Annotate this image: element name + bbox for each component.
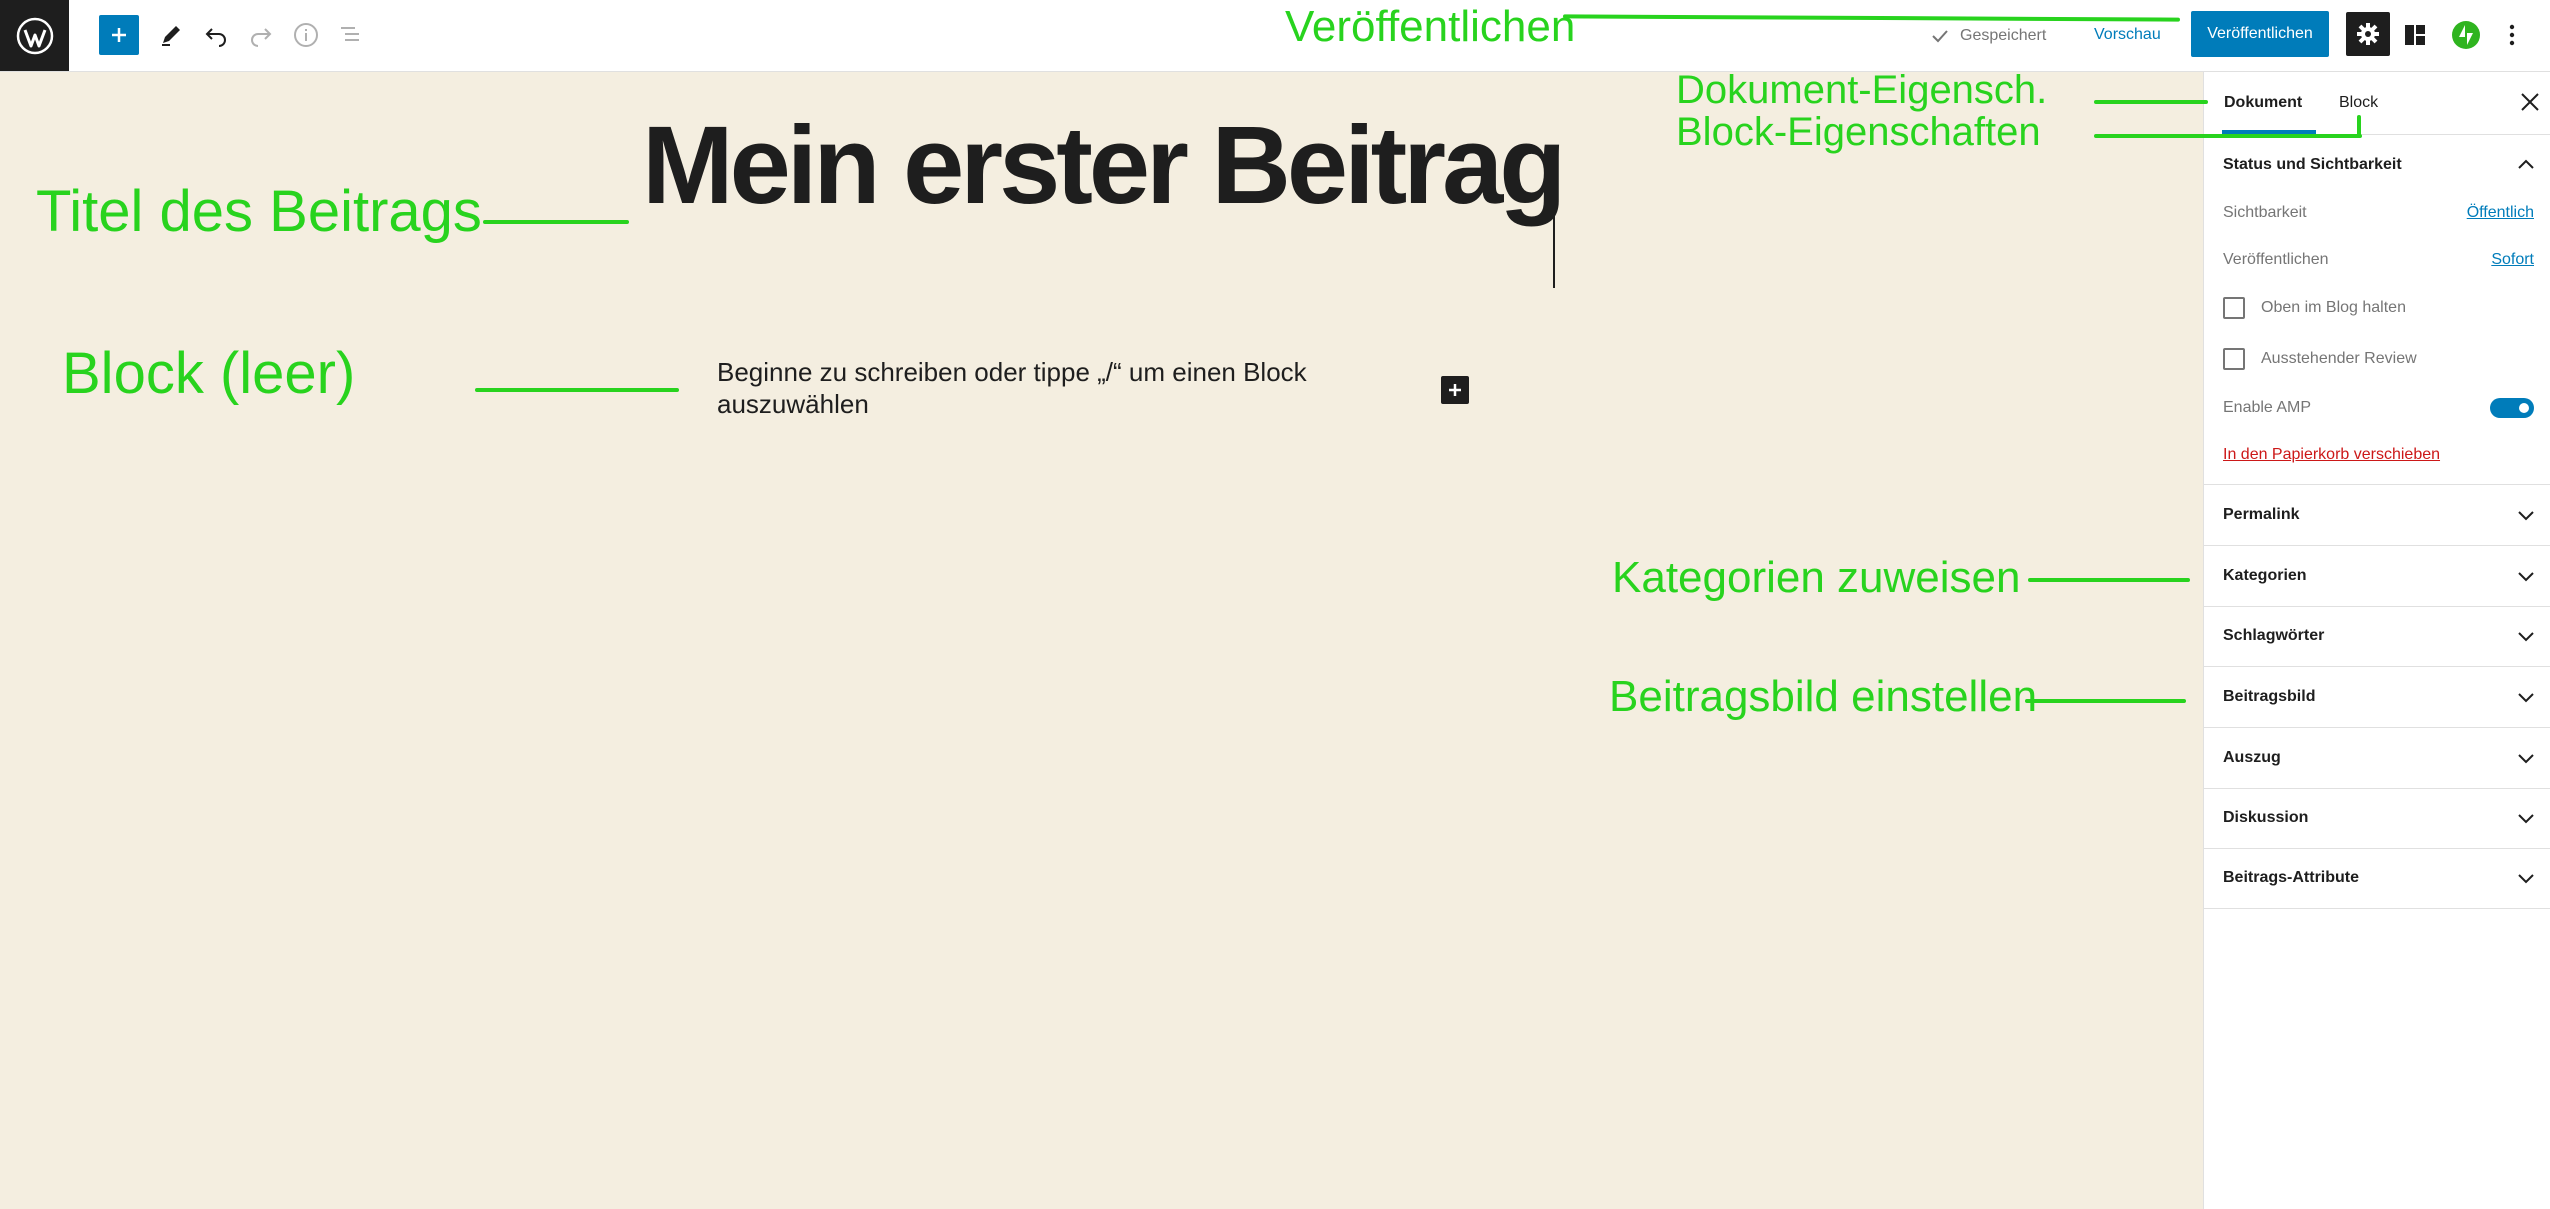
plus-icon (112, 28, 126, 42)
undo-button[interactable] (194, 13, 238, 57)
sticky-checkbox[interactable]: Oben im Blog halten (2223, 291, 2406, 325)
panel-kategorien[interactable]: Kategorien (2204, 546, 2550, 607)
check-icon (1932, 30, 1948, 43)
annotation-line (483, 220, 629, 224)
checkbox-box[interactable] (2223, 348, 2245, 370)
pending-label: Ausstehender Review (2261, 350, 2417, 367)
publish-date-row: Veröffentlichen Sofort (2223, 243, 2534, 277)
layout-icon (2405, 25, 2425, 45)
pending-review-checkbox[interactable]: Ausstehender Review (2223, 342, 2417, 376)
chevron-up-icon (2514, 153, 2538, 177)
amp-label: Enable AMP (2223, 399, 2312, 416)
list-view-icon (341, 27, 359, 41)
more-options-button[interactable] (2490, 13, 2534, 57)
panel-status-visibility[interactable]: Status und Sichtbarkeit (2204, 135, 2550, 195)
saved-label: Gespeichert (1960, 27, 2047, 44)
visibility-row: Sichtbarkeit Öffentlich (2223, 196, 2534, 230)
details-button[interactable] (284, 13, 328, 57)
jetpack-button[interactable] (2444, 13, 2488, 57)
post-title[interactable]: Mein erster Beitrag (642, 100, 1566, 232)
chevron-down-icon (2514, 806, 2538, 830)
close-icon (2521, 93, 2539, 111)
annotation-line (2094, 100, 2208, 104)
gear-icon (2357, 23, 2379, 45)
tab-document[interactable]: Dokument (2222, 72, 2317, 134)
panel-title: Auszug (2223, 749, 2281, 766)
panel-schlagw-rter[interactable]: Schlagwörter (2204, 606, 2550, 667)
tools-button[interactable] (149, 13, 193, 57)
settings-button[interactable] (2346, 12, 2390, 56)
annotation-categories: Kategorien zuweisen (1612, 553, 2021, 602)
annotation-line (2028, 578, 2190, 582)
layout-button[interactable] (2393, 13, 2437, 57)
info-icon (294, 23, 318, 47)
redo-button[interactable] (239, 13, 283, 57)
panel-diskussion[interactable]: Diskussion (2204, 788, 2550, 849)
annotation-block-empty: Block (leer) (62, 341, 356, 406)
more-vertical-icon (2509, 24, 2515, 46)
panel-title: Kategorien (2223, 567, 2307, 584)
sidebar-tabs: Dokument Block (2204, 72, 2550, 135)
inline-block-inserter-button[interactable] (1441, 376, 1469, 404)
chevron-down-icon (2514, 564, 2538, 588)
panel-title: Schlagwörter (2223, 627, 2325, 644)
annotation-post-title: Titel des Beitrags (36, 179, 482, 244)
annotation-line (475, 388, 679, 392)
move-to-trash-link[interactable]: In den Papierkorb verschieben (2223, 438, 2440, 472)
annotation-publish: Veröffentlichen (1285, 2, 1576, 51)
panel-permalink[interactable]: Permalink (2204, 485, 2550, 546)
annotation-line (2025, 699, 2186, 703)
wordpress-logo-icon[interactable] (0, 0, 69, 71)
panel-title: Diskussion (2223, 809, 2309, 826)
sticky-label: Oben im Blog halten (2261, 299, 2406, 316)
checkbox-box[interactable] (2223, 297, 2245, 319)
publish-date-link[interactable]: Sofort (2491, 251, 2534, 269)
visibility-label: Sichtbarkeit (2223, 204, 2307, 221)
visibility-toggle-link[interactable]: Öffentlich (2467, 204, 2534, 222)
panel-beitrags-attribute[interactable]: Beitrags-Attribute (2204, 848, 2550, 909)
saved-status: Gespeichert (1930, 22, 2046, 50)
annotation-line (2357, 115, 2361, 137)
panel-title: Beitragsbild (2223, 688, 2316, 705)
pencil-icon (162, 26, 180, 46)
panel-auszug[interactable]: Auszug (2204, 728, 2550, 789)
undo-icon (205, 28, 226, 47)
panel-title: Status und Sichtbarkeit (2223, 156, 2402, 173)
redo-icon (251, 28, 272, 47)
chevron-down-icon (2514, 685, 2538, 709)
amp-row: Enable AMP (2223, 391, 2534, 425)
panel-beitragsbild[interactable]: Beitragsbild (2204, 667, 2550, 728)
chevron-down-icon (2514, 503, 2538, 527)
panel-title: Permalink (2223, 506, 2300, 523)
plus-icon (1449, 384, 1461, 396)
annotation-line (2094, 134, 2362, 138)
annotation-document-props: Dokument-Eigensch. (1676, 68, 2048, 112)
close-sidebar-button[interactable] (2513, 85, 2547, 119)
publish-date-label: Veröffentlichen (2223, 251, 2329, 268)
chevron-down-icon (2514, 746, 2538, 770)
jetpack-icon (2452, 21, 2480, 49)
empty-paragraph-block[interactable]: Beginne zu schreiben oder tippe „/“ um e… (717, 356, 1417, 420)
text-cursor (1553, 162, 1555, 288)
chevron-down-icon (2514, 624, 2538, 648)
publish-button[interactable]: Veröffentlichen (2191, 11, 2329, 57)
annotation-featured-image: Beitragsbild einstellen (1609, 672, 2038, 721)
annotation-block-props: Block-Eigenschaften (1676, 110, 2041, 154)
chevron-down-icon (2514, 866, 2538, 890)
outline-button[interactable] (329, 13, 373, 57)
amp-toggle[interactable] (2490, 398, 2534, 418)
block-inserter-button[interactable] (99, 15, 139, 55)
editor-header: Gespeichert Vorschau Veröffentlichen (0, 0, 2550, 72)
panel-title: Beitrags-Attribute (2223, 869, 2360, 886)
settings-sidebar: Dokument Block Status und Sichtbarkeit S… (2203, 72, 2550, 1209)
